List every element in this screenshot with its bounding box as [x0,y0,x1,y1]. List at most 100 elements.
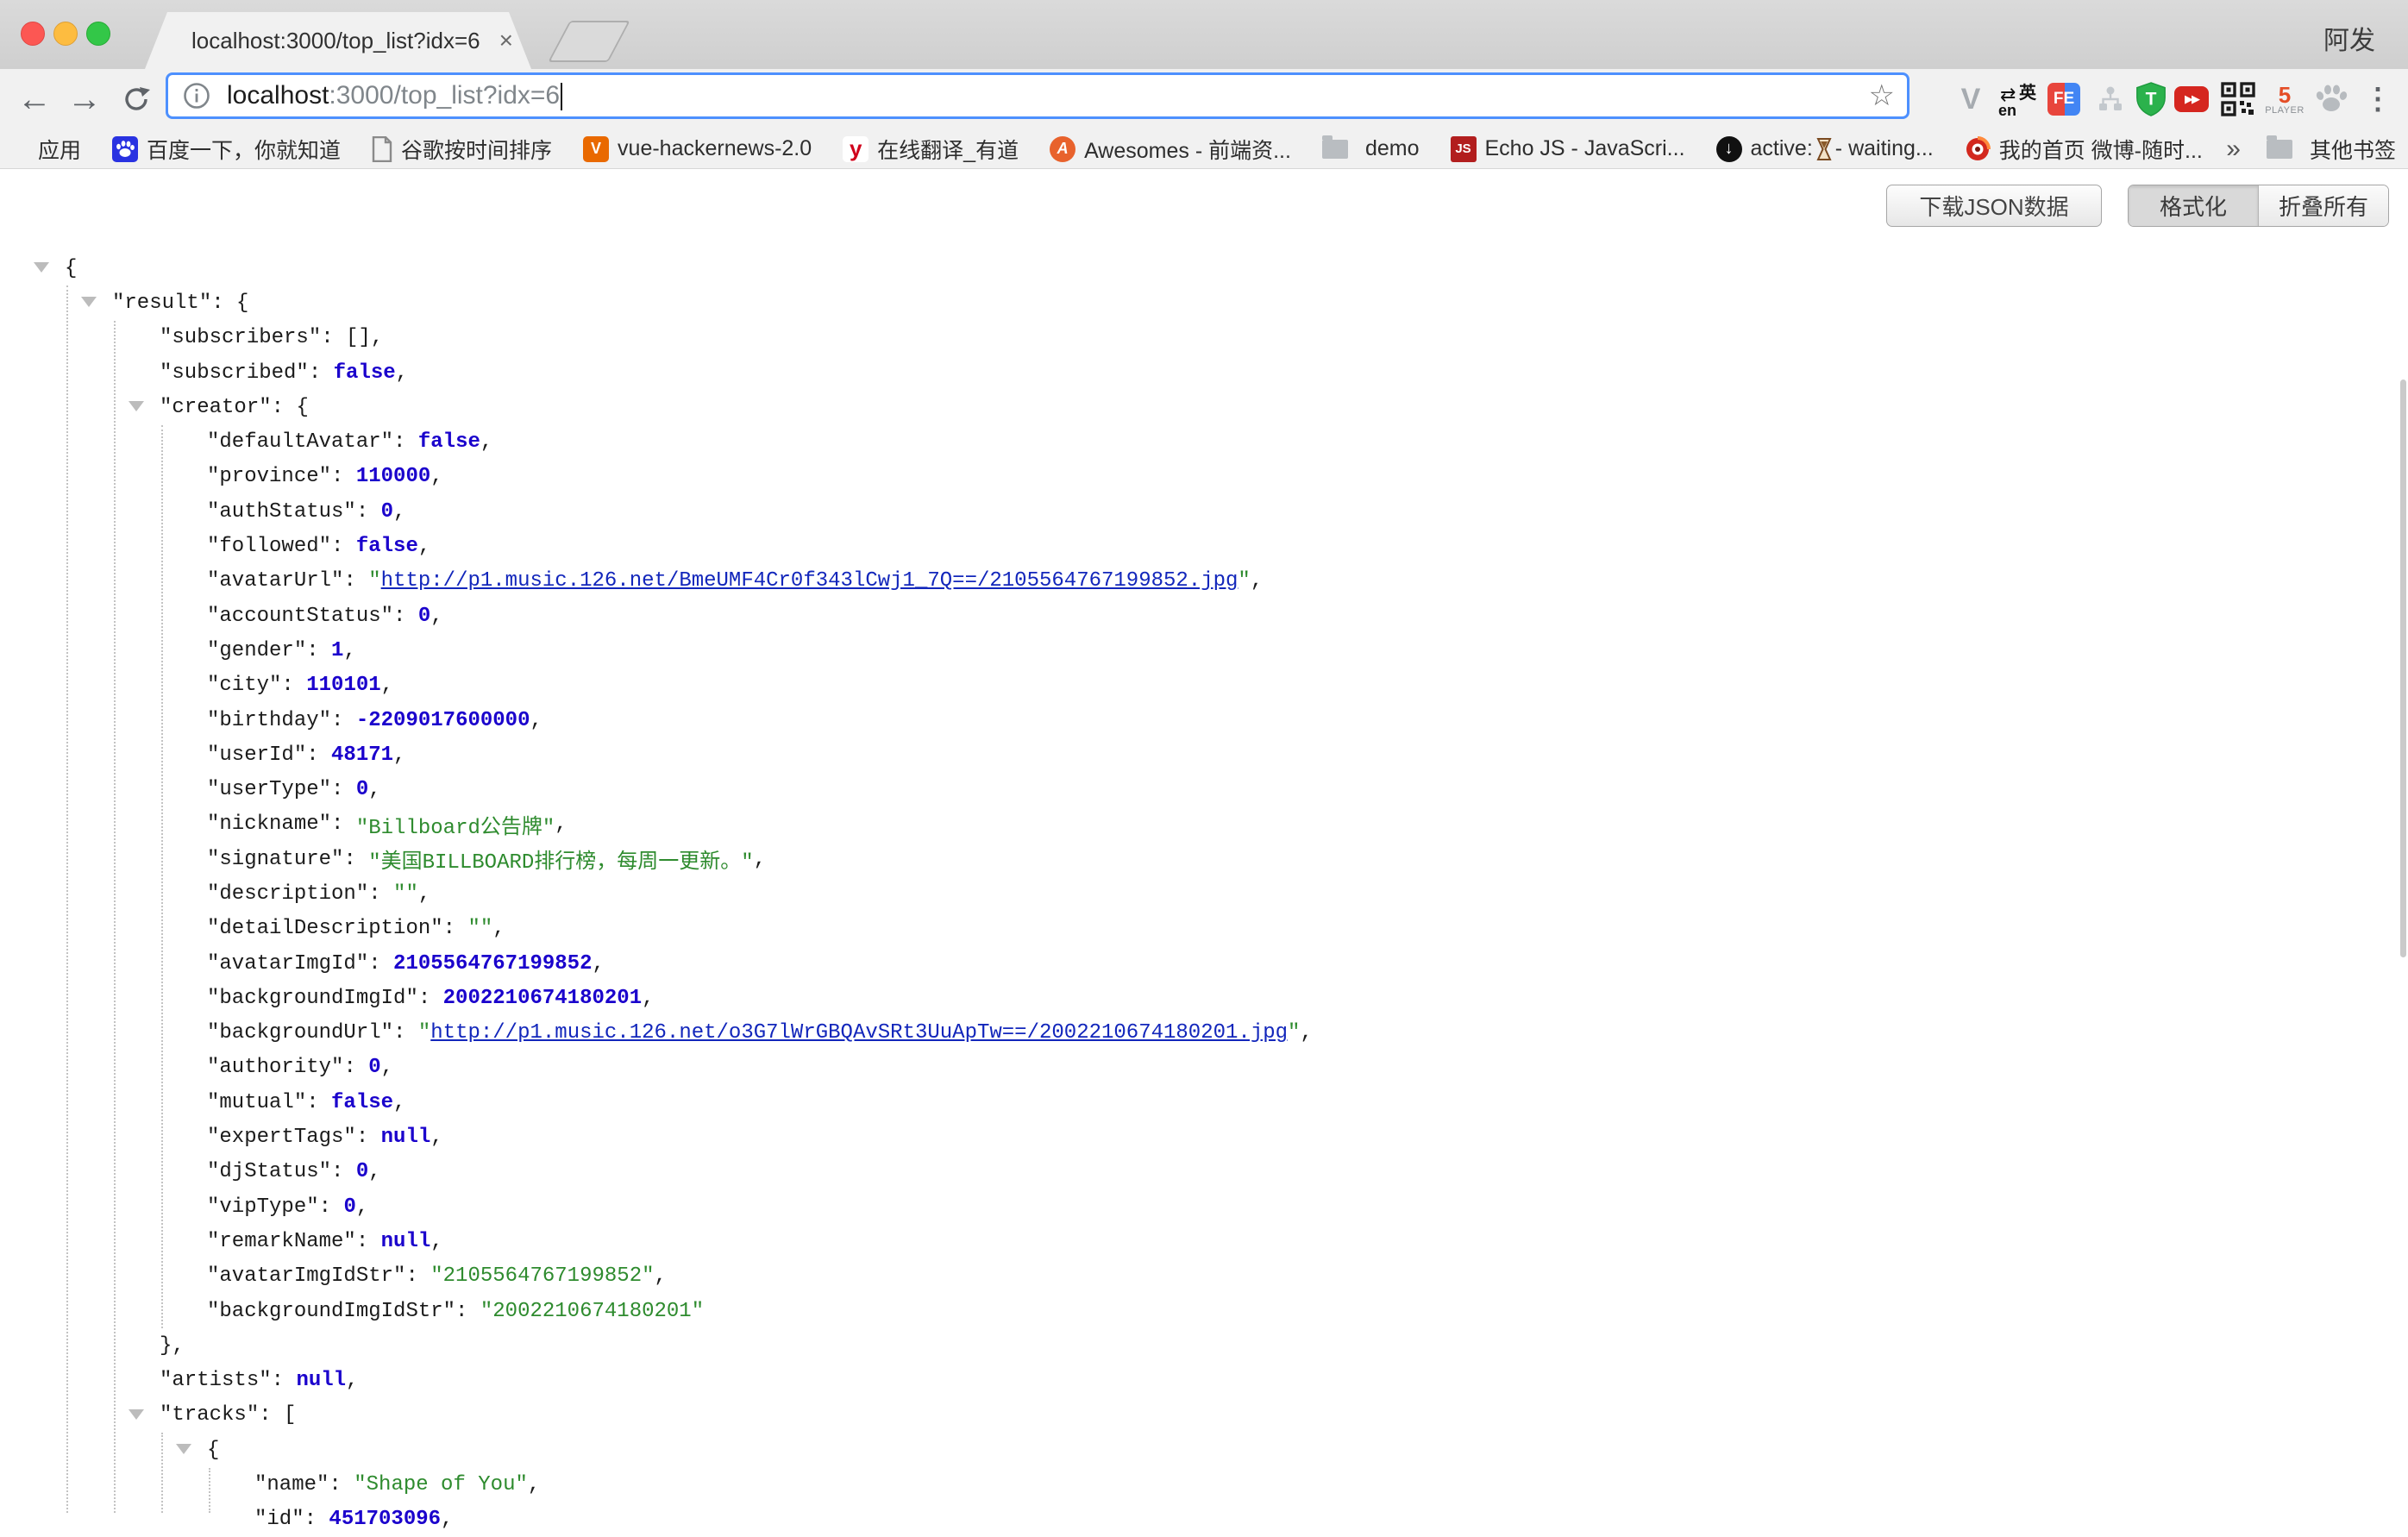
json-num-value: -2209017600000 [356,709,530,732]
bookmark-echojs[interactable]: JS Echo JS - JavaScri... [1451,136,1685,162]
download-json-button[interactable]: 下载JSON数据 [1886,185,2102,227]
folder-icon [1322,140,1348,159]
window-zoom-button[interactable] [86,22,110,46]
url-link[interactable]: http://p1.music.126.net/BmeUMF4Cr0f343lC… [381,569,1238,593]
document-icon [372,136,392,162]
collapse-toggle-icon[interactable] [176,1444,191,1454]
json-num-value: 0 [343,1195,355,1219]
collapse-all-button[interactable]: 折叠所有 [2258,185,2388,226]
forward-button[interactable]: → [62,69,107,129]
vue-devtools-icon[interactable]: V [1947,76,1994,122]
paw-extension-icon[interactable] [2308,76,2355,122]
qr-code-icon[interactable] [2215,76,2261,122]
json-row: "id": 451703096, [0,1502,2408,1537]
bookmark-baidu[interactable]: 百度一下，你就知道 [112,134,341,165]
json-row: "authority": 0, [0,1051,2408,1085]
json-bool-value: false [418,430,480,454]
json-bool-value: false [356,535,418,558]
echojs-icon: JS [1451,136,1477,162]
json-colon: : [306,743,331,767]
json-punctuation: { [207,1439,219,1462]
json-colon: : [331,812,356,836]
other-bookmarks[interactable]: 其他书签 [2267,134,2396,165]
download-circle-icon: ↓ [1716,136,1742,162]
page-info-icon[interactable] [182,81,211,110]
json-key: "description" [207,882,368,906]
json-row: "creator": { [0,390,2408,424]
json-string-value: "" [393,882,418,906]
reload-button[interactable] [114,69,159,129]
json-comma: , [592,952,604,976]
sitemap-extension-icon[interactable] [2087,76,2134,122]
tampermonkey-shield-icon[interactable]: T [2134,81,2168,117]
youdao-icon: y [843,136,869,162]
bookmark-active-waiting[interactable]: ↓ active: - waiting... [1716,136,1934,162]
bookmark-awesomes[interactable]: A Awesomes - 前端资... [1050,134,1291,165]
bookmark-google-sort[interactable]: 谷歌按时间排序 [372,134,552,165]
json-row: "subscribed": false, [0,355,2408,390]
window-close-button[interactable] [21,22,45,46]
html5-player-icon[interactable]: 5PLAYER [2261,76,2308,122]
json-row: "avatarImgId": 2105564767199852, [0,946,2408,981]
json-comma: , [1300,1021,1312,1045]
json-key: "userId" [207,743,306,767]
translate-extension-icon[interactable]: ⇄英en [1994,76,2041,122]
json-row: "city": 110101, [0,668,2408,703]
json-key: "backgroundImgId" [207,987,418,1010]
json-key: "subscribers" [160,326,321,349]
json-row: "tracks": [ [0,1398,2408,1433]
json-row: "userType": 0, [0,772,2408,806]
format-button[interactable]: 格式化 [2129,185,2258,226]
video-speed-icon[interactable]: ▶▶ [2168,76,2215,122]
bookmark-youdao[interactable]: y 在线翻译_有道 [843,134,1019,165]
json-key: "avatarImgIdStr" [207,1264,405,1288]
json-punctuation: [] [346,326,371,349]
hourglass-icon [1816,138,1832,160]
json-key: "authority" [207,1056,343,1079]
json-row: "accountStatus": 0, [0,599,2408,633]
url-text[interactable]: localhost:3000/top_list?idx=6 [227,81,562,110]
scrollbar-thumb[interactable] [2400,380,2406,957]
bookmark-weibo[interactable]: 我的首页 微博-随时... [1965,134,2203,165]
json-key: "avatarUrl" [207,569,343,593]
json-row: "birthday": -2209017600000, [0,703,2408,737]
url-path: :3000/top_list?idx=6 [329,81,560,110]
tab-title: localhost:3000/top_list?idx=6 [191,28,480,54]
collapse-toggle-icon[interactable] [81,297,97,307]
json-row: "subscribers": [], [0,321,2408,355]
collapse-toggle-icon[interactable] [34,262,49,273]
indent-guide [209,1468,210,1514]
json-num-value: 0 [356,778,368,801]
browser-tab[interactable]: localhost:3000/top_list?idx=6 × [145,12,531,69]
json-colon: : [309,361,334,385]
address-bar[interactable]: localhost:3000/top_list?idx=6 ☆ [166,72,1909,119]
reload-icon [121,84,152,115]
back-button[interactable]: ← [12,69,57,129]
bookmark-apps[interactable]: 应用 [16,134,81,165]
url-link[interactable]: http://p1.music.126.net/o3G7lWrGBQAvSRt3… [430,1021,1288,1045]
json-colon: : [272,1369,297,1392]
json-colon: : [356,1126,381,1149]
json-key: "detailDescription" [207,917,443,940]
bookmarks-overflow-chevron[interactable]: » [2226,135,2241,164]
json-key: "city" [207,674,281,697]
profile-name[interactable]: 阿发 [2323,19,2375,57]
json-row: "avatarImgIdStr": "2105564767199852", [0,1259,2408,1294]
tab-strip: localhost:3000/top_list?idx=6 × 阿发 [0,0,2408,69]
tab-close-icon[interactable]: × [499,28,513,53]
indent-guide [161,1433,163,1513]
json-colon: : [418,987,443,1010]
new-tab-button[interactable] [548,21,630,62]
json-key: "mutual" [207,1091,306,1114]
fe-extension-icon[interactable]: FE [2041,76,2087,122]
collapse-toggle-icon[interactable] [129,1409,144,1420]
window-minimize-button[interactable] [53,22,78,46]
bookmark-demo[interactable]: demo [1322,136,1420,161]
browser-menu-icon[interactable]: ⋮ [2355,76,2401,122]
json-comma: , [430,1230,442,1253]
bookmark-vue-hackernews[interactable]: V vue-hackernews-2.0 [583,136,812,162]
json-comma: , [430,605,442,628]
collapse-toggle-icon[interactable] [129,401,144,411]
page-content: 下载JSON数据 格式化 折叠所有 {"result": {"subscribe… [0,169,2408,1513]
bookmark-star-icon[interactable]: ☆ [1869,75,1895,116]
